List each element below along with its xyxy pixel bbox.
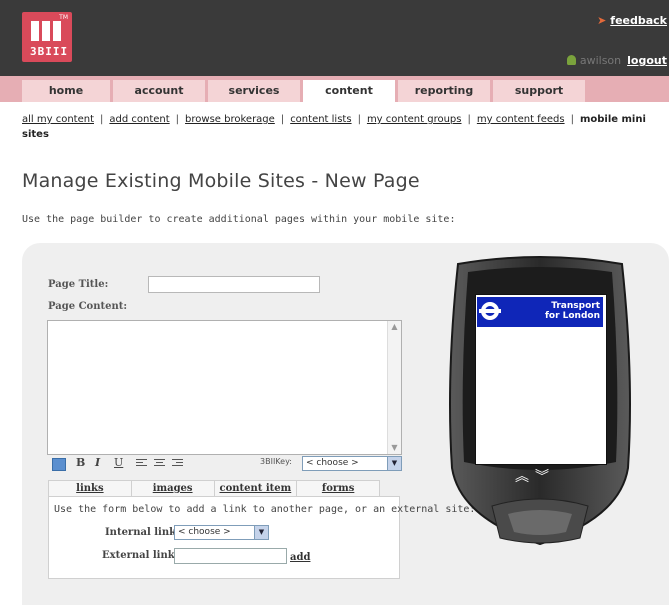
align-right-icon[interactable] bbox=[172, 459, 183, 468]
bbkey-label: 3BIIKey: bbox=[260, 457, 292, 466]
insert-image-icon[interactable] bbox=[52, 458, 66, 471]
editor-toolbar: B I U 3BIIKey: < choose > ▼ bbox=[52, 456, 404, 472]
tfl-logo: Transport for London bbox=[477, 297, 603, 327]
italic-button[interactable]: I bbox=[95, 456, 100, 469]
brand-logo[interactable]: 3BIII TM bbox=[22, 12, 72, 62]
separator: | bbox=[175, 114, 180, 125]
feedback-area: ➤ feedback bbox=[597, 14, 667, 27]
tab-account[interactable]: account bbox=[113, 80, 205, 102]
logout-link[interactable]: logout bbox=[627, 54, 667, 67]
links-form: Use the form below to add a link to anot… bbox=[48, 496, 475, 579]
chevron-down-icon: ▼ bbox=[254, 526, 268, 539]
underline-button[interactable]: U bbox=[114, 456, 123, 469]
logo-trademark: TM bbox=[59, 14, 68, 21]
roundel-icon bbox=[479, 302, 501, 320]
page-title: Manage Existing Mobile Sites - New Page bbox=[22, 170, 420, 192]
external-link-input[interactable] bbox=[174, 548, 287, 564]
subnav-content-lists[interactable]: content lists bbox=[290, 114, 351, 125]
logo-text: 3BIII bbox=[30, 45, 69, 58]
feedback-link[interactable]: feedback bbox=[610, 14, 667, 27]
bbkey-select[interactable]: < choose > ▼ bbox=[302, 456, 402, 471]
username: awilson bbox=[579, 54, 622, 67]
arrow-right-icon: ➤ bbox=[597, 14, 607, 27]
tab-reporting[interactable]: reporting bbox=[398, 80, 490, 102]
separator: | bbox=[100, 114, 104, 125]
separator: | bbox=[570, 114, 574, 125]
align-center-icon[interactable] bbox=[154, 459, 165, 468]
page-content-label: Page Content: bbox=[48, 301, 128, 312]
separator: | bbox=[357, 114, 361, 125]
tab-content-item[interactable]: content item bbox=[215, 481, 298, 497]
main-nav: home account services content reporting … bbox=[22, 80, 588, 102]
top-bar: 3BIII TM ➤ feedback awilson logout bbox=[0, 0, 669, 76]
scroll-up-icon[interactable]: ▲ bbox=[388, 321, 401, 333]
tab-forms[interactable]: forms bbox=[297, 481, 379, 497]
internal-link-select-value: < choose > bbox=[178, 527, 231, 537]
subnav-browse-brokerage[interactable]: browse brokerage bbox=[185, 114, 275, 125]
tab-support[interactable]: support bbox=[493, 80, 585, 102]
internal-link-select[interactable]: < choose > ▼ bbox=[174, 525, 269, 540]
tfl-logo-text: Transport for London bbox=[544, 301, 600, 321]
scroll-down-icon[interactable]: ▼ bbox=[388, 442, 401, 454]
external-link-label: External link: bbox=[102, 550, 179, 561]
subnav-add-content[interactable]: add content bbox=[109, 114, 169, 125]
phone-screen: Transport for London bbox=[475, 294, 607, 465]
user-icon bbox=[566, 55, 576, 65]
links-help-text: Use the form below to add a link to anot… bbox=[54, 504, 476, 515]
tab-home[interactable]: home bbox=[22, 80, 110, 102]
page-title-input[interactable] bbox=[148, 276, 320, 293]
insert-tabs: links images content item forms bbox=[48, 480, 380, 497]
sub-nav: all my content | add content | browse broker… bbox=[22, 112, 652, 142]
bbkey-select-value: < choose > bbox=[306, 458, 359, 468]
page-title-label: Page Title: bbox=[48, 279, 109, 290]
subnav-my-content-groups[interactable]: my content groups bbox=[367, 114, 462, 125]
tab-links[interactable]: links bbox=[49, 481, 132, 497]
logo-bars bbox=[31, 21, 64, 45]
chevron-down-icon: ▼ bbox=[387, 457, 401, 470]
tab-services[interactable]: services bbox=[208, 80, 300, 102]
user-area: awilson logout bbox=[566, 54, 667, 67]
page-content-editor[interactable]: ▲ ▼ bbox=[47, 320, 402, 455]
internal-link-label: Internal link: bbox=[105, 527, 180, 538]
add-link-button[interactable]: add bbox=[290, 552, 310, 563]
subnav-all-my-content[interactable]: all my content bbox=[22, 114, 94, 125]
subnav-my-content-feeds[interactable]: my content feeds bbox=[477, 114, 565, 125]
page-intro: Use the page builder to create additiona… bbox=[22, 214, 456, 225]
bold-button[interactable]: B bbox=[76, 456, 85, 469]
separator: | bbox=[467, 114, 471, 125]
editor-scrollbar[interactable]: ▲ ▼ bbox=[387, 321, 401, 454]
tab-images[interactable]: images bbox=[132, 481, 215, 497]
separator: | bbox=[280, 114, 285, 125]
phone-nav-arrows-icon: ︽︾ bbox=[515, 469, 555, 485]
align-left-icon[interactable] bbox=[136, 459, 147, 468]
tab-content[interactable]: content bbox=[303, 80, 395, 102]
